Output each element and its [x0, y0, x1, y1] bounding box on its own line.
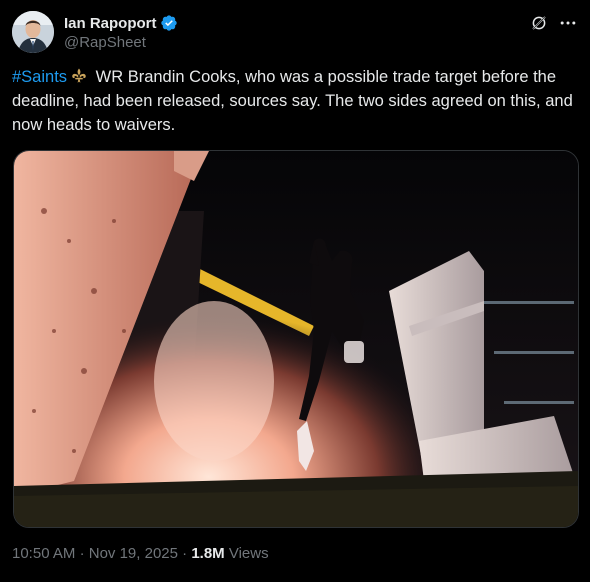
tweet-card: Ian Rapoport @RapSheet #Saints WR Brandi… [0, 0, 590, 582]
tweet-body: WR Brandin Cooks, who was a possible tra… [12, 68, 573, 134]
author-names: Ian Rapoport @RapSheet [64, 13, 178, 51]
tweet-time[interactable]: 10:50 AM [12, 545, 75, 562]
fleur-de-lis-icon [72, 68, 86, 83]
hashtag-link[interactable]: #Saints [12, 68, 67, 86]
display-name[interactable]: Ian Rapoport [64, 15, 157, 32]
tweet-media[interactable] [13, 150, 579, 528]
tweet-header: Ian Rapoport @RapSheet [12, 11, 578, 53]
tweet-meta: 10:50 AM · Nov 19, 2025 · 1.8M Views [12, 545, 269, 562]
grok-icon[interactable] [530, 14, 548, 32]
handle[interactable]: @RapSheet [64, 34, 178, 51]
tweet-text: #Saints WR Brandin Cooks, who was a poss… [12, 65, 578, 137]
views-label: Views [228, 545, 269, 562]
meta-separator: · [182, 545, 188, 562]
meta-separator: · [79, 545, 85, 562]
views-count: 1.8M [191, 545, 225, 562]
more-options-icon[interactable] [558, 13, 578, 33]
tweet-date[interactable]: Nov 19, 2025 [89, 545, 178, 562]
verified-badge-icon [160, 15, 177, 31]
avatar-photo [12, 11, 54, 53]
avatar[interactable] [12, 11, 54, 53]
football-player-tunnel-photo [14, 151, 578, 527]
